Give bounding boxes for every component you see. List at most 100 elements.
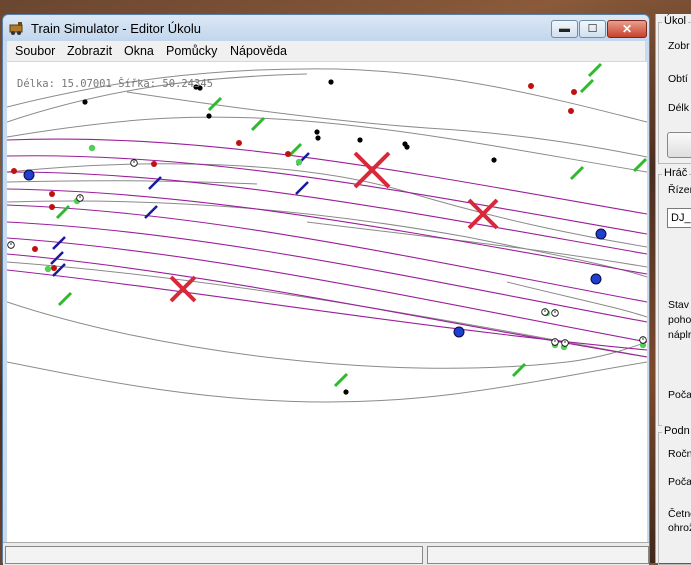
- red-dot-0: [528, 83, 534, 89]
- group-podnebi-title: Podn: [662, 425, 691, 437]
- player-combo[interactable]: DJ_: [667, 208, 691, 228]
- red-dot-8: [49, 204, 55, 210]
- clock-icon-1: [76, 194, 84, 202]
- clock-icon-5: [551, 338, 559, 346]
- green-signal-10: [632, 157, 647, 173]
- red-cross-icon-2: [169, 275, 197, 303]
- desktop-background: Train Simulator - Editor Úkolu ▬ ☐ ✕ Sou…: [0, 0, 691, 565]
- black-dot-7: [357, 137, 363, 143]
- clock-icon-6: [561, 339, 569, 347]
- red-dot-4: [285, 151, 291, 157]
- clock-icon-4: [551, 309, 559, 317]
- green-dot-2: [44, 265, 52, 273]
- label-zobrazit: Zobr: [668, 40, 690, 52]
- blue-station-3: [453, 326, 465, 338]
- black-dot-6: [315, 135, 321, 141]
- label-delka: Délk: [668, 102, 690, 114]
- track-map[interactable]: [7, 62, 647, 542]
- red-dot-2: [568, 108, 574, 114]
- minimize-icon: ▬: [559, 23, 570, 35]
- close-button[interactable]: ✕: [607, 20, 647, 38]
- red-dot-5: [151, 161, 157, 167]
- menu-pomucky[interactable]: Pomůcky: [166, 44, 217, 58]
- label-napln: náplr: [668, 329, 691, 341]
- panel-button[interactable]: [667, 132, 691, 158]
- editor-window: Train Simulator - Editor Úkolu ▬ ☐ ✕ Sou…: [2, 14, 650, 565]
- green-signal-1: [579, 78, 595, 94]
- black-dot-3: [82, 99, 88, 105]
- green-signal-0: [587, 62, 603, 78]
- gray-track-lines: [7, 68, 647, 403]
- clock-icon-2: [7, 241, 15, 249]
- blue-marker-5: [50, 251, 64, 265]
- clock-icon-3: [541, 308, 549, 316]
- black-dot-5: [314, 129, 320, 135]
- green-signal-3: [250, 116, 266, 132]
- black-dot-9: [404, 144, 410, 150]
- coordinate-readout: Délka: 15.07001 Šířka: 50.24345: [17, 78, 213, 90]
- red-dot-6: [11, 168, 17, 174]
- red-dot-1: [571, 89, 577, 95]
- blue-station-0: [23, 169, 35, 181]
- menu-zobrazit[interactable]: Zobrazit: [67, 44, 112, 58]
- gray-track-6: [7, 261, 647, 358]
- green-dot-0: [88, 144, 96, 152]
- status-bar: [3, 542, 649, 565]
- label-obtiznost: Obtí: [668, 73, 688, 85]
- label-rocni: Ročn: [668, 448, 691, 460]
- label-pohon: poho: [668, 314, 691, 326]
- close-icon: ✕: [621, 22, 633, 36]
- purple-route-lines: [7, 138, 647, 358]
- menu-napoveda[interactable]: Nápověda: [230, 44, 287, 58]
- blue-station-1: [595, 228, 607, 240]
- gray-track-2: [7, 116, 647, 173]
- black-dot-11: [343, 389, 349, 395]
- minimize-button[interactable]: ▬: [551, 20, 578, 38]
- purple-track-8: [7, 269, 647, 351]
- purple-track-1: [7, 155, 647, 235]
- green-signal-4: [569, 165, 585, 181]
- window-title: Train Simulator - Editor Úkolu: [31, 21, 202, 36]
- black-dot-10: [491, 157, 497, 163]
- red-dot-3: [236, 140, 242, 146]
- black-dot-4: [206, 113, 212, 119]
- group-ukol-title: Úkol: [662, 15, 689, 27]
- blue-marker-1: [295, 181, 309, 195]
- green-signal-8: [333, 372, 349, 388]
- red-cross-icon-1: [467, 198, 499, 230]
- menu-bar: Soubor Zobrazit Okna Pomůcky Nápověda: [7, 41, 645, 61]
- red-dot-7: [49, 191, 55, 197]
- clock-icon-7: [639, 336, 647, 344]
- red-dot-9: [32, 246, 38, 252]
- label-pocatek: Poča: [668, 389, 691, 401]
- gray-track-8: [7, 361, 647, 403]
- task-properties-panel: Úkol Zobr Obtí Délk Hráč Řízen DJ_ Stav …: [655, 14, 691, 565]
- app-train-icon: [9, 22, 23, 35]
- player-combo-value: DJ_: [671, 212, 691, 224]
- menu-okna[interactable]: Okna: [124, 44, 154, 58]
- status-panel-right: [427, 546, 649, 564]
- maximize-icon: ☐: [587, 23, 598, 35]
- gray-track-5: [7, 200, 647, 278]
- label-stav: Stav: [668, 299, 690, 311]
- menu-soubor[interactable]: Soubor: [15, 44, 55, 58]
- map-canvas[interactable]: Délka: 15.07001 Šířka: 50.24345: [7, 62, 647, 542]
- gray-track-9: [7, 180, 258, 185]
- label-pocasi: Poča: [668, 476, 691, 488]
- gray-track-4: [7, 163, 647, 248]
- green-dot-3: [295, 158, 303, 166]
- label-rizeni: Řízen: [668, 184, 691, 196]
- blue-station-2: [590, 273, 602, 285]
- status-panel-left: [5, 546, 423, 564]
- title-bar[interactable]: Train Simulator - Editor Úkolu ▬ ☐ ✕: [3, 15, 649, 41]
- group-hrac-title: Hráč: [662, 167, 690, 179]
- gray-track-3: [126, 91, 647, 158]
- label-cetnost: Četno: [668, 508, 691, 520]
- red-dot-10: [51, 265, 57, 271]
- green-signal-6: [57, 291, 73, 307]
- purple-track-7: [7, 253, 647, 358]
- black-dot-2: [328, 79, 334, 85]
- maximize-button[interactable]: ☐: [579, 20, 606, 38]
- label-ohrozeni: ohrož: [668, 522, 691, 534]
- purple-track-0: [7, 138, 647, 215]
